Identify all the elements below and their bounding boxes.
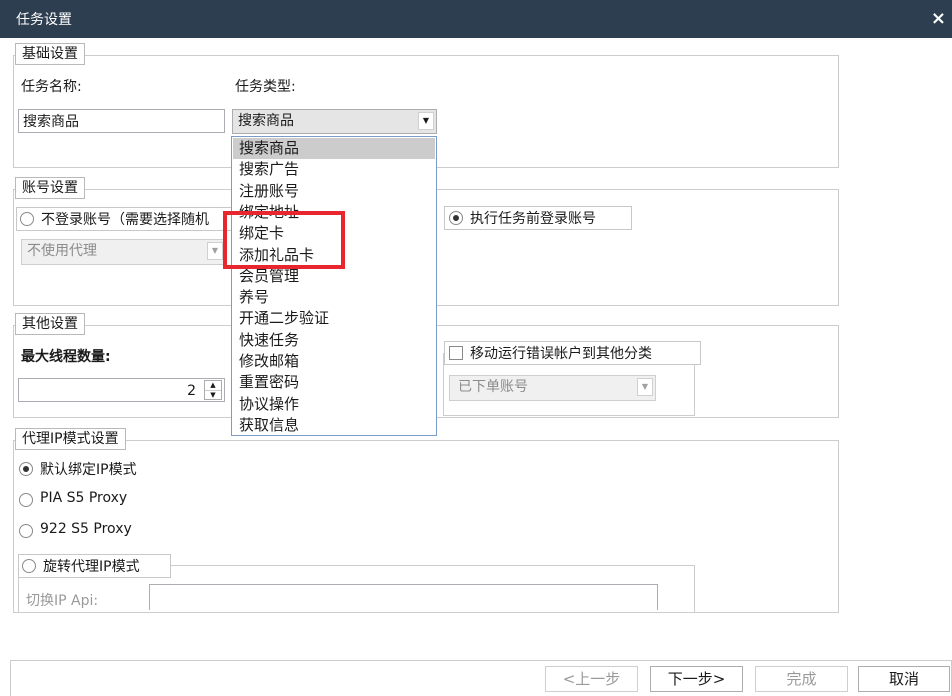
task-type-option[interactable]: 重置密码 (233, 372, 435, 393)
annotation-highlight-box (223, 211, 345, 269)
title-bar: 任务设置 × (0, 0, 952, 38)
account-settings-legend: 账号设置 (15, 177, 85, 199)
proxy-pia-option[interactable]: PIA S5 Proxy (19, 490, 219, 510)
login-before-radio[interactable] (449, 211, 463, 225)
task-type-option[interactable]: 搜索商品 (233, 138, 435, 159)
task-type-dropdown-list: 搜索商品 搜索广告 注册账号 绑定地址 绑定卡 添加礼品卡 会员管理 养号 开通二步验证 快速任务… (231, 136, 437, 436)
proxy-default-label: 默认绑定IP模式 (40, 462, 137, 478)
proxy-pia-label: PIA S5 Proxy (40, 490, 128, 506)
prev-button[interactable]: <上一步 (545, 666, 638, 692)
proxy-default-option[interactable]: 默认绑定IP模式 (19, 459, 219, 479)
proxy-default-radio[interactable] (19, 462, 33, 476)
login-before-label: 执行任务前登录账号 (470, 211, 596, 227)
proxy-922-option[interactable]: 922 S5 Proxy (19, 521, 219, 541)
rotate-proxy-option[interactable]: 旋转代理IP模式 (18, 554, 171, 578)
task-type-option[interactable]: 协议操作 (233, 394, 435, 415)
category-select-value: 已下单账号 (458, 379, 528, 395)
task-type-select[interactable]: 搜索商品 ▼ (232, 109, 437, 134)
no-login-radio[interactable] (20, 212, 34, 226)
max-threads-label: 最大线程数量: (21, 349, 111, 365)
spin-up-icon[interactable]: ▲ (205, 381, 221, 391)
category-select[interactable]: 已下单账号 ▼ (449, 375, 656, 401)
proxy-pia-radio[interactable] (19, 493, 33, 507)
rotate-proxy-label: 旋转代理IP模式 (43, 559, 140, 575)
task-name-input[interactable]: 搜索商品 (18, 109, 225, 133)
max-threads-value: 2 (187, 383, 196, 399)
window-title: 任务设置 (16, 12, 72, 28)
task-type-option[interactable]: 搜索广告 (233, 159, 435, 180)
chevron-down-icon[interactable]: ▼ (207, 242, 223, 260)
max-threads-input[interactable]: 2 (18, 378, 225, 402)
switch-api-label: 切换IP Api: (26, 593, 99, 609)
task-type-option[interactable]: 开通二步验证 (233, 308, 435, 329)
no-login-option[interactable]: 不登录账号（需要选择随机 (16, 207, 233, 231)
task-name-label: 任务名称: (21, 79, 82, 95)
no-login-label: 不登录账号（需要选择随机 (41, 212, 209, 228)
rotate-proxy-radio[interactable] (22, 559, 36, 573)
task-type-option[interactable]: 注册账号 (233, 181, 435, 202)
task-type-option[interactable]: 修改邮箱 (233, 351, 435, 372)
max-threads-spinner[interactable]: ▲ ▼ (204, 380, 222, 400)
proxy-settings-legend: 代理IP模式设置 (15, 428, 126, 450)
task-type-selected: 搜索商品 (238, 113, 294, 129)
switch-api-input[interactable] (149, 584, 658, 610)
task-type-option[interactable]: 获取信息 (233, 415, 435, 436)
task-type-option[interactable]: 快速任务 (233, 330, 435, 351)
chevron-down-icon[interactable]: ▼ (418, 112, 434, 130)
move-error-option[interactable]: 移动运行错误帐户到其他分类 (444, 341, 701, 365)
move-error-checkbox[interactable] (449, 346, 463, 360)
move-error-label: 移动运行错误帐户到其他分类 (470, 346, 652, 362)
finish-button[interactable]: 完成 (755, 666, 848, 692)
proxy-922-label: 922 S5 Proxy (40, 521, 132, 537)
basic-settings-legend: 基础设置 (15, 43, 85, 65)
next-button[interactable]: 下一步> (650, 666, 743, 692)
spin-down-icon[interactable]: ▼ (205, 391, 221, 400)
cancel-button[interactable]: 取消 (858, 666, 950, 692)
proxy-select-value: 不使用代理 (27, 243, 97, 259)
proxy-select[interactable]: 不使用代理 ▼ (21, 239, 226, 265)
proxy-922-radio[interactable] (19, 524, 33, 538)
close-icon[interactable]: × (931, 8, 946, 29)
other-settings-legend: 其他设置 (15, 313, 85, 335)
task-type-label: 任务类型: (235, 79, 296, 95)
task-type-option[interactable]: 养号 (233, 287, 435, 308)
login-before-option[interactable]: 执行任务前登录账号 (444, 206, 632, 230)
chevron-down-icon[interactable]: ▼ (637, 378, 653, 396)
